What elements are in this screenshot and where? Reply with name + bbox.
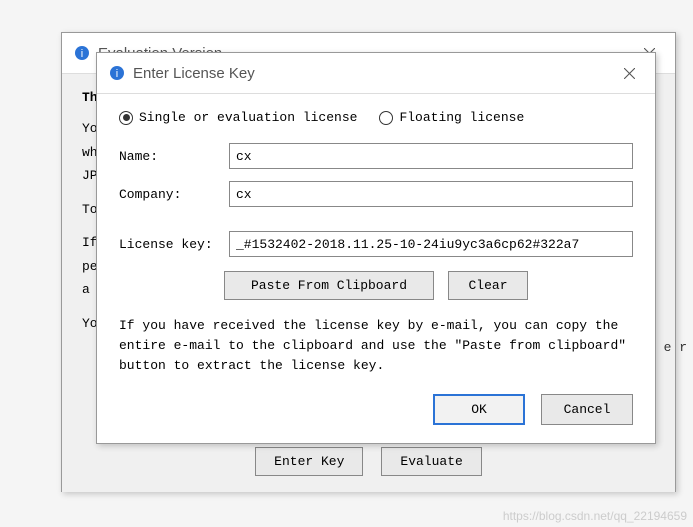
- license-row: License key:: [119, 231, 633, 257]
- radio-single-license[interactable]: Single or evaluation license: [119, 110, 357, 125]
- ok-button[interactable]: OK: [433, 394, 525, 425]
- radio-icon: [119, 111, 133, 125]
- radio-icon: [379, 111, 393, 125]
- help-text: If you have received the license key by …: [119, 316, 633, 376]
- radio-label: Floating license: [399, 110, 524, 125]
- modal-close-button[interactable]: [615, 61, 643, 85]
- app-icon: i: [109, 65, 125, 81]
- name-input[interactable]: [229, 143, 633, 169]
- company-input[interactable]: [229, 181, 633, 207]
- watermark: https://blog.csdn.net/qq_22194659: [503, 509, 687, 523]
- paste-from-clipboard-button[interactable]: Paste From Clipboard: [224, 271, 434, 300]
- modal-title: Enter License Key: [133, 65, 615, 82]
- clipboard-button-row: Paste From Clipboard Clear: [119, 271, 633, 300]
- svg-text:i: i: [116, 68, 118, 80]
- close-icon: [624, 68, 635, 79]
- modal-body: Single or evaluation license Floating li…: [97, 94, 655, 443]
- clear-button[interactable]: Clear: [448, 271, 528, 300]
- svg-text:i: i: [81, 48, 83, 60]
- cancel-button[interactable]: Cancel: [541, 394, 633, 425]
- enter-key-button[interactable]: Enter Key: [255, 447, 363, 476]
- license-dialog: i Enter License Key Single or evaluation…: [96, 52, 656, 444]
- license-type-radio-group: Single or evaluation license Floating li…: [119, 110, 633, 125]
- company-row: Company:: [119, 181, 633, 207]
- radio-floating-license[interactable]: Floating license: [379, 110, 524, 125]
- license-label: License key:: [119, 237, 229, 252]
- license-input[interactable]: [229, 231, 633, 257]
- app-icon: i: [74, 45, 90, 61]
- modal-title-bar: i Enter License Key: [97, 53, 655, 94]
- name-row: Name:: [119, 143, 633, 169]
- name-label: Name:: [119, 149, 229, 164]
- evaluate-button[interactable]: Evaluate: [381, 447, 481, 476]
- clipped-side-text: e r: [664, 340, 687, 355]
- parent-actions: Enter Key Evaluate: [62, 447, 675, 476]
- dialog-actions: OK Cancel: [119, 394, 633, 425]
- radio-label: Single or evaluation license: [139, 110, 357, 125]
- company-label: Company:: [119, 187, 229, 202]
